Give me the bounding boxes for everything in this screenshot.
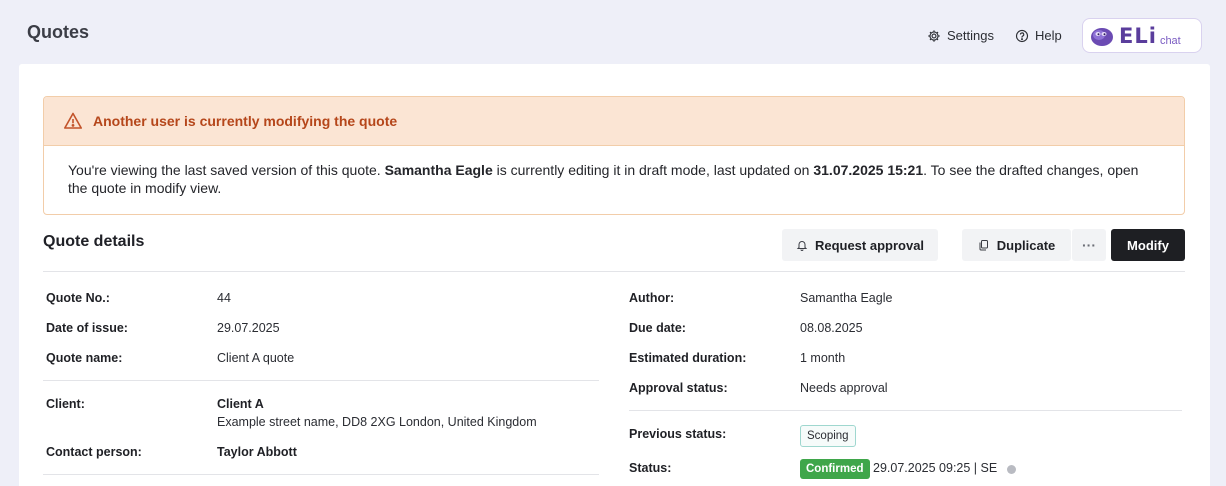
contact-person-value: Taylor Abbott <box>217 445 297 459</box>
duplicate-label: Duplicate <box>996 237 1056 253</box>
contact-person-label: Contact person: <box>46 445 142 459</box>
status-label: Status: <box>629 461 672 475</box>
concurrent-edit-alert: Another user is currently modifying the … <box>43 96 1185 215</box>
main-card: Another user is currently modifying the … <box>19 64 1210 486</box>
client-name: Client A <box>217 397 264 411</box>
left-divider-bottom <box>43 474 599 475</box>
previous-status-label: Previous status: <box>629 427 727 441</box>
author-label: Author: <box>629 291 675 305</box>
eli-chat-button[interactable]: ELi chat <box>1082 18 1202 53</box>
warning-triangle-icon <box>64 112 82 129</box>
duplicate-button[interactable]: Duplicate <box>962 229 1071 261</box>
left-divider <box>43 380 599 381</box>
previous-status-badge: Scoping <box>800 425 856 447</box>
help-circle-icon <box>1015 29 1029 42</box>
alert-message: You're viewing the last saved version of… <box>44 146 1184 197</box>
date-of-issue-label: Date of issue: <box>46 321 128 335</box>
eli-logo-text: ELi <box>1119 23 1157 48</box>
help-link[interactable]: Help <box>1015 28 1062 43</box>
quote-no-label: Quote No.: <box>46 291 110 305</box>
alert-text-mid: is currently editing it in draft mode, l… <box>492 162 814 178</box>
due-date-value: 08.08.2025 <box>800 321 863 335</box>
alert-editor-name: Samantha Eagle <box>384 162 493 178</box>
approval-status-value: Needs approval <box>800 381 888 395</box>
estimated-duration-label: Estimated duration: <box>629 351 747 365</box>
due-date-label: Due date: <box>629 321 686 335</box>
client-address: Example street name, DD8 2XG London, Uni… <box>217 415 537 429</box>
request-approval-label: Request approval <box>814 237 925 253</box>
status-meta: 29.07.2025 09:25 | SE <box>873 461 998 475</box>
eli-mascot-icon <box>1091 27 1113 46</box>
top-bar: Quotes Settings Help ELi chat <box>0 0 1226 64</box>
more-actions-button[interactable]: ··· <box>1072 229 1106 261</box>
alert-title: Another user is currently modifying the … <box>93 113 398 129</box>
date-of-issue-value: 29.07.2025 <box>217 321 280 335</box>
author-value: Samantha Eagle <box>800 291 893 305</box>
section-divider <box>43 271 1185 272</box>
quote-no-value: 44 <box>217 291 231 305</box>
approval-status-label: Approval status: <box>629 381 728 395</box>
gear-icon <box>928 29 940 42</box>
settings-label: Settings <box>947 28 994 43</box>
settings-link[interactable]: Settings <box>927 28 994 43</box>
status-badge: Confirmed <box>800 459 870 479</box>
request-approval-button[interactable]: Request approval <box>782 229 938 261</box>
alert-header: Another user is currently modifying the … <box>44 97 1184 146</box>
alert-updated-time: 31.07.2025 15:21 <box>813 162 924 178</box>
quote-details-title: Quote details <box>43 233 145 250</box>
modify-button[interactable]: Modify <box>1111 229 1185 261</box>
help-label: Help <box>1035 28 1062 43</box>
alert-text-prefix: You're viewing the last saved version of… <box>68 162 385 178</box>
quote-name-label: Quote name: <box>46 351 123 365</box>
estimated-duration-value: 1 month <box>800 351 846 365</box>
eli-chat-label: chat <box>1159 34 1181 47</box>
status-dot-icon[interactable] <box>1007 465 1016 474</box>
bell-icon <box>796 241 808 251</box>
right-divider <box>629 410 1182 411</box>
quote-name-value: Client A quote <box>217 351 295 365</box>
page-title: Quotes <box>27 22 90 42</box>
copy-icon <box>979 240 988 251</box>
client-label: Client: <box>46 397 85 411</box>
